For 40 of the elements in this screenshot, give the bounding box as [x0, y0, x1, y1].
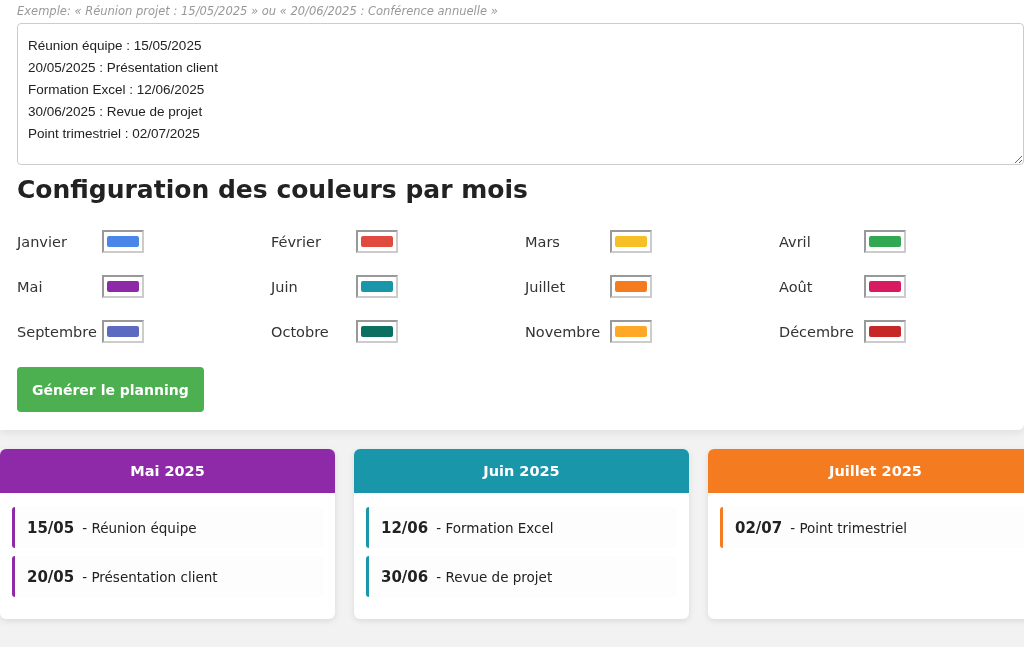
- color-picker[interactable]: [102, 230, 144, 253]
- event-label: - Point trimestriel: [790, 519, 907, 536]
- card-header: Juin 2025: [354, 449, 689, 493]
- color-picker[interactable]: [356, 230, 398, 253]
- event-date: 02/07: [735, 518, 783, 537]
- events-textarea[interactable]: Réunion équipe : 15/05/2025 20/05/2025 : Présentation client Formation Excel : 12/06/2025 30/06/2025 : Revue de projet Point trimestriel : 02/07/2025: [17, 23, 1024, 165]
- month-label: Janvier: [17, 233, 68, 250]
- month-label: Mars: [525, 233, 561, 250]
- month-label: Octobre: [271, 323, 330, 340]
- color-picker[interactable]: [102, 275, 144, 298]
- color-picker[interactable]: [610, 230, 652, 253]
- section-heading: Configuration des couleurs par mois: [17, 175, 529, 204]
- color-picker[interactable]: [356, 275, 398, 298]
- color-picker[interactable]: [864, 320, 906, 343]
- month-label: Novembre: [525, 323, 602, 340]
- color-picker[interactable]: [102, 320, 144, 343]
- color-picker[interactable]: [610, 320, 652, 343]
- month-label: Décembre: [779, 323, 855, 340]
- color-picker[interactable]: [610, 275, 652, 298]
- month-label: Juillet: [525, 278, 567, 295]
- month-label: Avril: [779, 233, 812, 250]
- month-label: Août: [779, 278, 814, 295]
- event-date: 30/06: [381, 567, 429, 586]
- month-label: Juin: [271, 278, 299, 295]
- event-date: 12/06: [381, 518, 429, 537]
- card-header: Juillet 2025: [708, 449, 1024, 493]
- event-date: 15/05: [27, 518, 75, 537]
- event-label: - Présentation client: [82, 568, 218, 585]
- month-label: Février: [271, 233, 322, 250]
- color-picker[interactable]: [864, 230, 906, 253]
- month-label: Septembre: [17, 323, 98, 340]
- event-label: - Revue de projet: [436, 568, 553, 585]
- month-label: Mai: [17, 278, 44, 295]
- event-label: - Formation Excel: [436, 519, 554, 536]
- event-date: 20/05: [27, 567, 75, 586]
- input-hint: Exemple: « Réunion projet : 15/05/2025 » ou « 20/06/2025 : Conférence annuelle »: [17, 4, 499, 19]
- color-picker[interactable]: [864, 275, 906, 298]
- event-label: - Réunion équipe: [82, 519, 197, 536]
- color-picker[interactable]: [356, 320, 398, 343]
- card-header: Mai 2025: [0, 449, 335, 493]
